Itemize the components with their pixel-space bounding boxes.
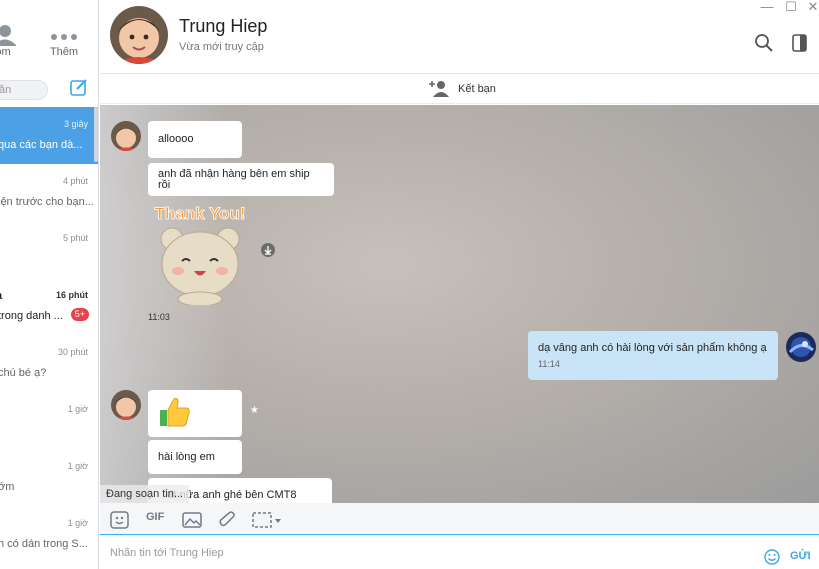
composer: GỬI bbox=[100, 536, 819, 569]
compose-icon[interactable] bbox=[70, 78, 88, 96]
search-input[interactable]: ần bbox=[0, 80, 48, 100]
add-friend-label: Kết bạn bbox=[458, 83, 496, 95]
outgoing-message-bubble[interactable]: dạ vâng anh có hài lòng với sản phẩm khô… bbox=[528, 331, 778, 380]
conversation-time: 30 phút bbox=[57, 347, 88, 357]
message-bubble[interactable]: anh đã nhận hàng bên em ship rồi bbox=[148, 163, 334, 196]
contact-status: Vừa mới truy cập bbox=[179, 41, 264, 53]
minimize-button[interactable]: — bbox=[760, 0, 774, 14]
conversation-list: 3 giây qua các bạn dà... 4 phút iện trướ… bbox=[0, 107, 98, 563]
message-bubble[interactable]: alloooo bbox=[148, 121, 242, 158]
conversation-preview: ớm bbox=[0, 481, 15, 493]
conversation-item[interactable]: 3 giây qua các bạn dà... bbox=[0, 107, 98, 164]
avatar[interactable] bbox=[110, 6, 168, 64]
friend-bar: Kết bạn bbox=[100, 75, 819, 104]
message-text: hài lòng em bbox=[158, 450, 215, 463]
nav-more[interactable]: Thêm bbox=[44, 24, 84, 58]
conversation-preview: trong danh ... bbox=[0, 310, 63, 322]
composer-toolbar: GIF bbox=[100, 503, 819, 535]
conversation-time: 1 giờ bbox=[67, 518, 88, 528]
star-icon[interactable]: ★ bbox=[250, 405, 259, 416]
conversation-item[interactable]: 1 giờ ớm bbox=[0, 449, 98, 506]
conversation-item[interactable]: 5 phút bbox=[0, 221, 98, 278]
conversation-preview: qua các bạn dà... bbox=[0, 139, 83, 151]
message-text: alloooo bbox=[158, 133, 194, 145]
close-button[interactable]: ✕ bbox=[806, 0, 819, 14]
typing-indicator: Đang soạn tin... bbox=[100, 485, 190, 503]
message-list[interactable]: alloooo anh đã nhận hàng bên em ship rồi… bbox=[100, 105, 819, 503]
sidebar: ôm Thêm ần 3 giây qua các bạn dà... 4 ph… bbox=[0, 0, 99, 569]
sticker-image[interactable]: Thank You! bbox=[150, 201, 250, 307]
search-icon[interactable] bbox=[754, 33, 774, 53]
message-time: 11:03 bbox=[148, 312, 170, 322]
sidebar-scrollbar[interactable] bbox=[94, 107, 98, 162]
attachment-icon[interactable] bbox=[218, 511, 238, 529]
avatar[interactable] bbox=[111, 390, 141, 420]
avatar[interactable] bbox=[786, 332, 816, 362]
thumbs-up-icon bbox=[158, 396, 192, 431]
nav-contacts[interactable]: ôm bbox=[0, 24, 20, 58]
conversation-time: 1 giờ bbox=[67, 461, 88, 471]
message-bubble[interactable]: hài lòng em bbox=[148, 440, 242, 474]
conversation-item[interactable]: 4 phút iện trước cho bạn... bbox=[0, 164, 98, 221]
screenshot-icon[interactable] bbox=[252, 511, 286, 529]
conversation-item[interactable]: 16 phút ạ trong danh ... 5+ bbox=[0, 278, 98, 335]
add-friend-icon bbox=[428, 79, 450, 100]
message-input[interactable] bbox=[110, 544, 730, 562]
message-text: anh đã nhận hàng bên em ship rồi bbox=[158, 167, 310, 191]
sticker-icon[interactable] bbox=[110, 511, 130, 529]
image-icon[interactable] bbox=[182, 511, 202, 529]
conversation-time: 4 phút bbox=[62, 176, 88, 186]
person-icon bbox=[0, 24, 20, 46]
download-icon[interactable] bbox=[260, 242, 276, 258]
maximize-button[interactable]: ☐ bbox=[784, 0, 798, 14]
conversation-preview: h có dán trong S... bbox=[0, 538, 88, 550]
add-friend-button[interactable]: Kết bạn bbox=[428, 79, 496, 99]
conversation-time: 16 phút bbox=[55, 290, 88, 300]
side-panel-icon[interactable] bbox=[790, 33, 810, 53]
nav-more-label: Thêm bbox=[49, 46, 79, 58]
conversation-preview: chú bé ạ? bbox=[0, 367, 47, 379]
gif-button[interactable]: GIF bbox=[146, 511, 170, 529]
conversation-name: ạ bbox=[0, 290, 2, 302]
message-time: 11:14 bbox=[538, 358, 560, 369]
conversation-time: 3 giây bbox=[63, 119, 88, 129]
conversation-item[interactable]: 30 phút chú bé ạ? bbox=[0, 335, 98, 392]
conversation-item[interactable]: 1 giờ h có dán trong S... bbox=[0, 506, 98, 563]
nav-contacts-label: ôm bbox=[0, 46, 11, 58]
conversation-time: 1 giờ bbox=[67, 404, 88, 414]
conversation-time: 5 phút bbox=[62, 233, 88, 243]
message-bubble[interactable] bbox=[148, 390, 242, 437]
emoji-icon[interactable] bbox=[764, 549, 780, 565]
sticker-text: Thank You! bbox=[155, 204, 246, 223]
message-text: dạ vâng anh có hài lòng với sản phẩm khô… bbox=[538, 341, 767, 354]
conversation-preview: iện trước cho bạn... bbox=[0, 196, 94, 208]
avatar[interactable] bbox=[111, 121, 141, 151]
chat-header: Trung Hiep Vừa mới truy cập — ☐ ✕ bbox=[100, 0, 819, 74]
conversation-item[interactable]: 1 giờ bbox=[0, 392, 98, 449]
unread-badge: 5+ bbox=[70, 308, 89, 321]
more-icon bbox=[44, 24, 84, 46]
contact-name: Trung Hiep bbox=[179, 16, 268, 36]
send-button[interactable]: GỬI bbox=[790, 550, 811, 562]
